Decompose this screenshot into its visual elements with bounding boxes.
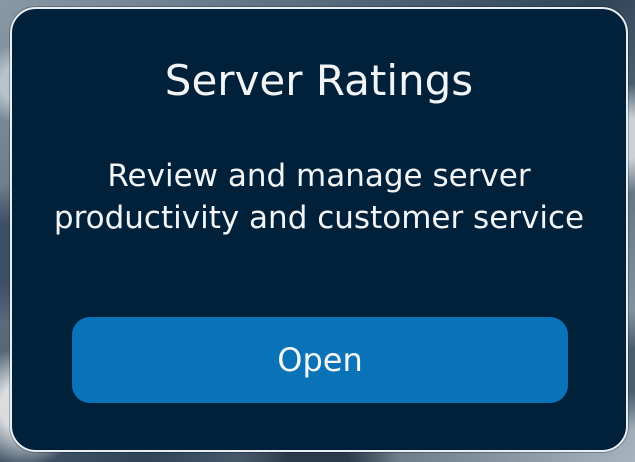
- card-description: Review and manage server productivity an…: [53, 158, 585, 236]
- open-button[interactable]: Open: [72, 317, 568, 403]
- card-title: Server Ratings: [164, 56, 474, 105]
- server-ratings-card: Server Ratings Review and manage server …: [10, 7, 628, 452]
